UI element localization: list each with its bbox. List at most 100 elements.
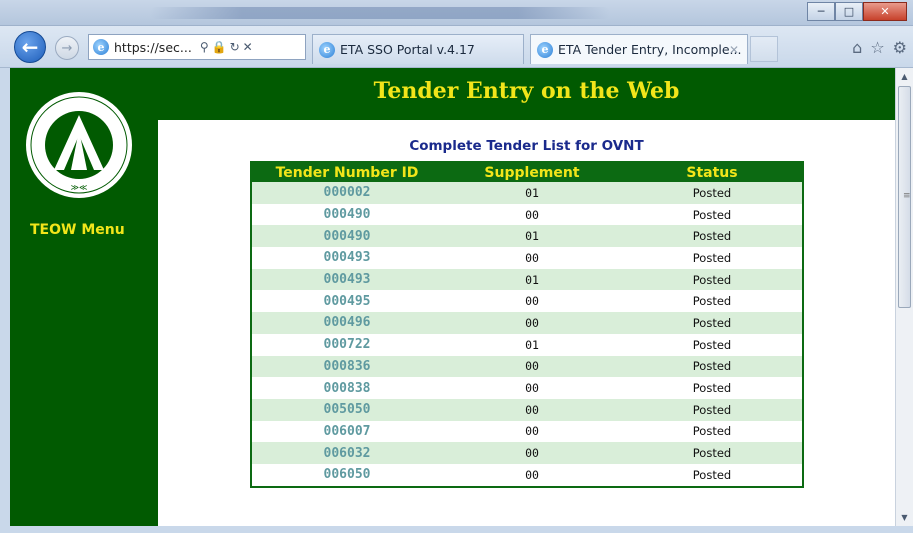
sddc-logo: ≫≪ (26, 92, 132, 198)
ie-icon: e (93, 39, 109, 55)
window-title-blurred (150, 7, 610, 19)
supplement-cell: 00 (442, 377, 622, 399)
supplement-cell: 00 (442, 398, 622, 421)
window-titlebar: ─ □ ✕ (0, 0, 913, 26)
favorites-icon[interactable]: ☆ (870, 38, 884, 57)
supplement-cell: 01 (442, 182, 622, 204)
vertical-scrollbar[interactable]: ▲ ≡ ▼ (895, 68, 913, 526)
address-bar[interactable]: e https://sec... ⚲🔒↻✕ (88, 34, 306, 60)
home-icon[interactable]: ⌂ (852, 38, 862, 57)
column-header-supplement: Supplement (442, 163, 622, 182)
close-icon[interactable]: ✕ (863, 2, 907, 21)
column-header-tender-id: Tender Number ID (252, 163, 442, 182)
supplement-cell: 00 (442, 463, 622, 486)
close-tab-icon[interactable]: ✕ (729, 43, 739, 57)
status-cell: Posted (622, 377, 802, 399)
table-row: 000490 01 Posted (252, 225, 802, 248)
supplement-cell: 01 (442, 225, 622, 248)
minimize-icon[interactable]: ─ (807, 2, 835, 21)
tender-id-link[interactable]: 000722 (252, 333, 442, 356)
page-content: ≫≪ Tender Entry on the Web TEOW Menu Com… (10, 68, 895, 526)
grip-icon: ≡ (903, 191, 911, 201)
status-cell: Posted (622, 225, 802, 248)
tender-id-link[interactable]: 005050 (252, 398, 442, 421)
back-icon[interactable]: ← (14, 31, 46, 63)
scroll-thumb[interactable]: ≡ (898, 86, 911, 308)
supplement-cell: 01 (442, 268, 622, 291)
teow-menu-link[interactable]: TEOW Menu (30, 222, 125, 238)
browser-toolbar-icons: ⌂ ☆ ⚙ (852, 38, 907, 57)
tender-id-link[interactable]: 000490 (252, 203, 442, 226)
tender-id-link[interactable]: 006007 (252, 420, 442, 443)
svg-text:≫≪: ≫≪ (71, 183, 88, 192)
tender-id-link[interactable]: 006050 (252, 463, 442, 486)
table-row: 000838 00 Posted (252, 377, 802, 399)
tender-table: Tender Number ID Supplement Status 00000… (250, 161, 804, 488)
ie-icon: e (537, 41, 553, 58)
list-title: Complete Tender List for OVNT (409, 138, 644, 154)
table-row: 000496 00 Posted (252, 312, 802, 334)
tender-id-link[interactable]: 000002 (252, 182, 442, 204)
window-controls: ─ □ ✕ (807, 2, 907, 21)
column-header-status: Status (622, 163, 802, 182)
refresh-icon[interactable]: ↻ (230, 40, 243, 54)
tab-eta-tender-entry[interactable]: e ETA Tender Entry, Incomple... ✕ (530, 34, 748, 64)
window-bottom-frame (0, 526, 913, 533)
table-row: 005050 00 Posted (252, 398, 802, 421)
tender-id-link[interactable]: 000836 (252, 355, 442, 378)
supplement-cell: 00 (442, 420, 622, 443)
lock-icon[interactable]: 🔒 (212, 40, 230, 54)
new-tab-button[interactable] (750, 36, 778, 62)
status-cell: Posted (622, 442, 802, 464)
table-row: 000493 00 Posted (252, 247, 802, 269)
address-url[interactable]: https://sec... (114, 40, 192, 55)
browser-navbar: ← → e https://sec... ⚲🔒↻✕ e ETA SSO Port… (0, 26, 913, 68)
supplement-cell: 00 (442, 203, 622, 226)
tender-id-link[interactable]: 000493 (252, 247, 442, 269)
status-cell: Posted (622, 268, 802, 291)
table-row: 006032 00 Posted (252, 442, 802, 464)
supplement-cell: 00 (442, 247, 622, 269)
table-header-row: Tender Number ID Supplement Status (252, 163, 802, 182)
table-row: 006050 00 Posted (252, 463, 802, 486)
maximize-icon[interactable]: □ (835, 2, 863, 21)
status-cell: Posted (622, 290, 802, 313)
tender-id-link[interactable]: 006032 (252, 442, 442, 464)
settings-icon[interactable]: ⚙ (893, 38, 907, 57)
status-cell: Posted (622, 420, 802, 443)
ie-icon: e (319, 41, 335, 58)
tender-id-link[interactable]: 000838 (252, 377, 442, 399)
tab-label: ETA SSO Portal v.4.17 (340, 42, 475, 57)
scroll-up-icon[interactable]: ▲ (896, 68, 913, 85)
tab-label: ETA Tender Entry, Incomple... (558, 42, 742, 57)
tender-id-link[interactable]: 000490 (252, 225, 442, 248)
stop-icon[interactable]: ✕ (243, 40, 256, 54)
supplement-cell: 00 (442, 290, 622, 313)
supplement-cell: 00 (442, 442, 622, 464)
table-row: 006007 00 Posted (252, 420, 802, 443)
address-tools: ⚲🔒↻✕ (200, 40, 256, 54)
search-icon[interactable]: ⚲ (200, 40, 212, 54)
tender-id-link[interactable]: 000496 (252, 312, 442, 334)
tender-id-link[interactable]: 000493 (252, 268, 442, 291)
scroll-down-icon[interactable]: ▼ (896, 509, 913, 526)
status-cell: Posted (622, 333, 802, 356)
table-row: 000836 00 Posted (252, 355, 802, 378)
table-row: 000722 01 Posted (252, 333, 802, 356)
status-cell: Posted (622, 247, 802, 269)
window-left-frame (0, 68, 10, 526)
tender-id-link[interactable]: 000495 (252, 290, 442, 313)
status-cell: Posted (622, 312, 802, 334)
supplement-cell: 01 (442, 333, 622, 356)
status-cell: Posted (622, 182, 802, 204)
status-cell: Posted (622, 355, 802, 378)
table-row: 000495 00 Posted (252, 290, 802, 313)
tab-eta-sso-portal[interactable]: e ETA SSO Portal v.4.17 (312, 34, 524, 64)
table-row: 000493 01 Posted (252, 268, 802, 291)
status-cell: Posted (622, 398, 802, 421)
table-row: 000002 01 Posted (252, 182, 802, 204)
status-cell: Posted (622, 203, 802, 226)
forward-icon[interactable]: → (55, 36, 79, 60)
table-row: 000490 00 Posted (252, 203, 802, 226)
status-cell: Posted (622, 463, 802, 486)
